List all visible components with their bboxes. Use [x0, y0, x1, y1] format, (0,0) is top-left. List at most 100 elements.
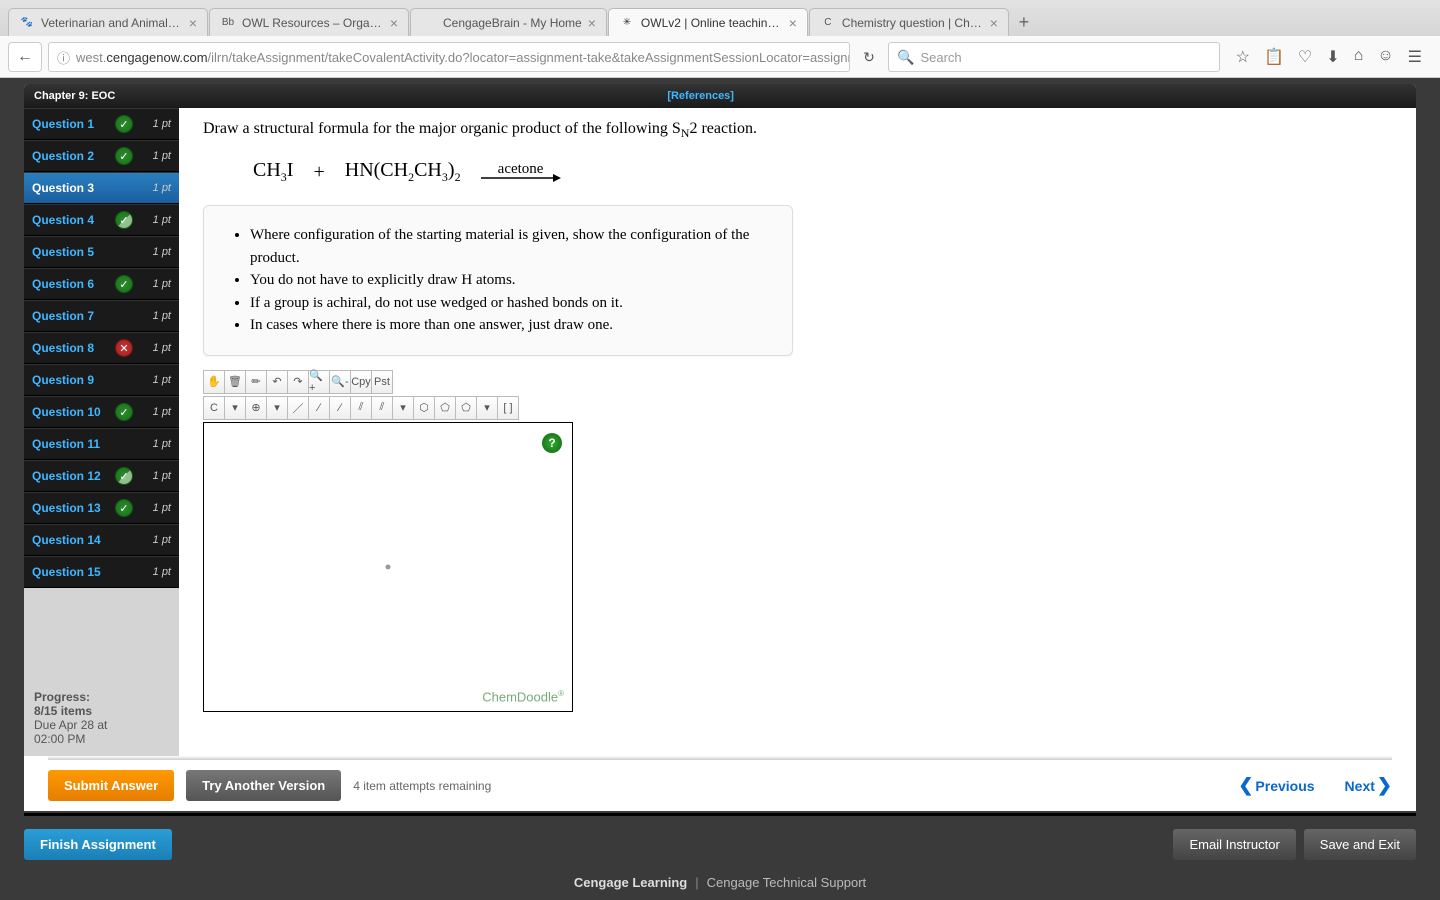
- back-button[interactable]: ←: [8, 42, 42, 72]
- question-item-8[interactable]: Question 8✕1 pt: [24, 332, 179, 364]
- toolbar-icon-6[interactable]: ☰: [1408, 47, 1422, 67]
- sketcher-help-icon[interactable]: ?: [542, 433, 562, 453]
- save-and-exit-button[interactable]: Save and Exit: [1304, 829, 1416, 860]
- browser-search-box[interactable]: 🔍 Search: [888, 42, 1220, 72]
- tab-close-icon[interactable]: ×: [789, 15, 797, 31]
- sketcher-tool2-5[interactable]: ∕: [308, 396, 330, 420]
- tab-close-icon[interactable]: ×: [390, 15, 398, 31]
- new-tab-button[interactable]: +: [1010, 8, 1038, 36]
- sketcher-tool1-0[interactable]: ✋: [203, 370, 225, 394]
- status-check-icon: ✓: [115, 403, 133, 421]
- browser-tab-bar: 🐾Veterinarian and Animal Ho...×BbOWL Res…: [0, 0, 1440, 36]
- chem-sketcher: ✋🗑✏↶↷🔍+🔍-CpyPst C▾⊕▾／∕∕⫽⫽▾⬡⬠⬠▾[ ] ? Chem…: [203, 370, 573, 712]
- sketcher-tool2-10[interactable]: ⬡: [413, 396, 435, 420]
- chapter-title: Chapter 9: EOC: [34, 90, 115, 102]
- sketcher-tool1-8[interactable]: Pst: [371, 370, 393, 394]
- browser-tab-2[interactable]: CengageBrain - My Home ×: [410, 8, 607, 36]
- status-check-icon: ✓: [115, 147, 133, 165]
- question-item-10[interactable]: Question 10✓1 pt: [24, 396, 179, 428]
- sketcher-tool2-2[interactable]: ⊕: [245, 396, 267, 420]
- question-label: Question 8: [32, 341, 115, 355]
- sketcher-tool1-6[interactable]: 🔍-: [329, 370, 351, 394]
- sketcher-canvas[interactable]: ? ChemDoodle®: [203, 422, 573, 712]
- browser-tab-0[interactable]: 🐾Veterinarian and Animal Ho...×: [8, 8, 208, 36]
- toolbar-icon-2[interactable]: ♡: [1298, 47, 1312, 67]
- tab-close-icon[interactable]: ×: [588, 15, 596, 31]
- question-label: Question 11: [32, 437, 115, 451]
- sketcher-tool2-11[interactable]: ⬠: [434, 396, 456, 420]
- next-link[interactable]: Next❯: [1345, 775, 1392, 796]
- question-label: Question 5: [32, 245, 115, 259]
- browser-tab-4[interactable]: CChemistry question | Chegg...×: [809, 8, 1009, 36]
- sketcher-tool2-8[interactable]: ⫽: [371, 396, 393, 420]
- sketcher-tool2-4[interactable]: ／: [287, 396, 309, 420]
- toolbar-icon-1[interactable]: 📋: [1264, 47, 1284, 67]
- question-item-11[interactable]: Question 111 pt: [24, 428, 179, 460]
- browser-tab-3[interactable]: ✳OWLv2 | Online teaching an...×: [608, 8, 808, 36]
- tab-favicon: ✳: [619, 15, 635, 31]
- toolbar-icon-0[interactable]: ☆: [1236, 47, 1250, 67]
- footer-support-link[interactable]: Cengage Technical Support: [707, 875, 867, 890]
- status-check-icon: ✓: [115, 275, 133, 293]
- status-check-icon: ✓: [115, 115, 133, 133]
- sketcher-tool2-7[interactable]: ⫽: [350, 396, 372, 420]
- sketcher-tool2-1[interactable]: ▾: [224, 396, 246, 420]
- sketcher-tool2-3[interactable]: ▾: [266, 396, 288, 420]
- question-item-9[interactable]: Question 91 pt: [24, 364, 179, 396]
- tab-close-icon[interactable]: ×: [189, 15, 197, 31]
- question-item-4[interactable]: Question 4✓1 pt: [24, 204, 179, 236]
- progress-box: Progress: 8/15 items Due Apr 28 at 02:00…: [24, 680, 179, 756]
- question-item-13[interactable]: Question 13✓1 pt: [24, 492, 179, 524]
- sketcher-tool1-2[interactable]: ✏: [245, 370, 267, 394]
- references-link[interactable]: [References]: [667, 90, 734, 102]
- url-bar[interactable]: ⓘ west.cengagenow.com/ilrn/takeAssignmen…: [48, 42, 850, 72]
- reload-button[interactable]: ↻: [856, 49, 882, 66]
- toolbar-icon-3[interactable]: ⬇: [1326, 47, 1339, 67]
- question-item-6[interactable]: Question 6✓1 pt: [24, 268, 179, 300]
- question-label: Question 6: [32, 277, 115, 291]
- question-item-3[interactable]: Question 31 pt: [24, 172, 179, 204]
- tab-title: Veterinarian and Animal Ho...: [41, 16, 183, 30]
- question-label: Question 13: [32, 501, 115, 515]
- tab-close-icon[interactable]: ×: [990, 15, 998, 31]
- try-another-button[interactable]: Try Another Version: [186, 770, 341, 801]
- sketcher-tool2-9[interactable]: ▾: [392, 396, 414, 420]
- question-item-5[interactable]: Question 5 1 pt: [24, 236, 179, 268]
- question-label: Question 15: [32, 565, 115, 579]
- browser-chrome: 🐾Veterinarian and Animal Ho...×BbOWL Res…: [0, 0, 1440, 78]
- sketcher-tool2-0[interactable]: C: [203, 396, 225, 420]
- sketcher-tool1-7[interactable]: Cpy: [350, 370, 372, 394]
- canvas-seed-atom[interactable]: [386, 564, 391, 569]
- question-item-7[interactable]: Question 71 pt: [24, 300, 179, 332]
- tab-favicon: [421, 15, 437, 31]
- question-item-15[interactable]: Question 151 pt: [24, 556, 179, 588]
- previous-link[interactable]: ❮Previous: [1238, 775, 1314, 796]
- sketcher-tool1-1[interactable]: 🗑: [224, 370, 246, 394]
- question-item-12[interactable]: Question 12✓1 pt: [24, 460, 179, 492]
- instruction-2: If a group is achiral, do not use wedged…: [250, 292, 764, 315]
- toolbar-icon-4[interactable]: ⌂: [1354, 47, 1364, 67]
- question-label: Question 4: [32, 213, 115, 227]
- tab-title: OWL Resources – Organic ...: [242, 16, 384, 30]
- sketcher-tool1-4[interactable]: ↷: [287, 370, 309, 394]
- sketcher-tool1-5[interactable]: 🔍+: [308, 370, 330, 394]
- sketcher-tool2-6[interactable]: ∕: [329, 396, 351, 420]
- browser-tab-1[interactable]: BbOWL Resources – Organic ...×: [209, 8, 409, 36]
- question-item-14[interactable]: Question 141 pt: [24, 524, 179, 556]
- finish-assignment-button[interactable]: Finish Assignment: [24, 829, 172, 860]
- question-item-1[interactable]: Question 1✓1 pt: [24, 108, 179, 140]
- sketcher-tool2-14[interactable]: [ ]: [497, 396, 519, 420]
- toolbar-icon-5[interactable]: ☺: [1377, 47, 1393, 67]
- question-item-2[interactable]: Question 2✓1 pt: [24, 140, 179, 172]
- question-points: 1 pt: [143, 182, 171, 194]
- question-points: 1 pt: [143, 246, 171, 258]
- sketcher-tool2-12[interactable]: ⬠: [455, 396, 477, 420]
- footer: Cengage Learning | Cengage Technical Sup…: [0, 864, 1440, 900]
- url-path: /ilrn/takeAssignment/takeCovalentActivit…: [208, 50, 850, 65]
- question-points: 1 pt: [143, 118, 171, 130]
- sketcher-tool2-13[interactable]: ▾: [476, 396, 498, 420]
- submit-answer-button[interactable]: Submit Answer: [48, 770, 174, 801]
- email-instructor-button[interactable]: Email Instructor: [1173, 829, 1295, 860]
- tab-title: CengageBrain - My Home: [443, 16, 582, 30]
- sketcher-tool1-3[interactable]: ↶: [266, 370, 288, 394]
